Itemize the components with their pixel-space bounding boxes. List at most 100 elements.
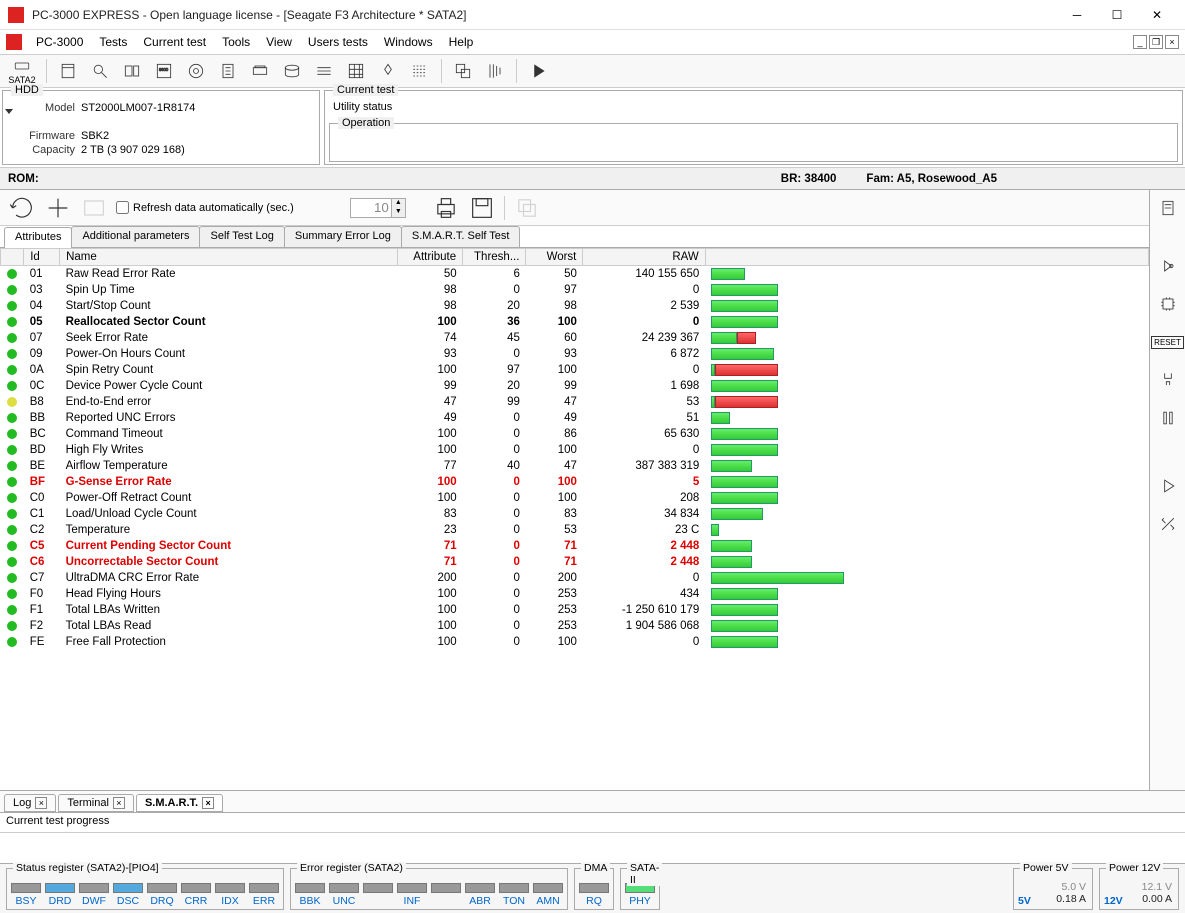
ab-print-icon[interactable] (432, 194, 460, 222)
btab-terminal[interactable]: Terminal× (58, 794, 134, 812)
close-button[interactable]: ✕ (1137, 1, 1177, 29)
current-test-progress: Current test progress (0, 812, 1185, 832)
app-icon (8, 7, 24, 23)
close-icon[interactable]: × (202, 797, 214, 809)
table-row[interactable]: F2Total LBAs Read10002531 904 586 068 (1, 618, 1149, 634)
maximize-button[interactable]: ☐ (1097, 1, 1137, 29)
ab-refresh-icon[interactable] (8, 194, 36, 222)
close-icon[interactable]: × (35, 797, 47, 809)
menu-users-tests[interactable]: Users tests (300, 33, 376, 51)
status-dot-icon (7, 573, 17, 583)
tab-self-test-log[interactable]: Self Test Log (199, 226, 284, 247)
mdi-restore[interactable]: ❐ (1149, 35, 1163, 49)
table-row[interactable]: 01Raw Read Error Rate50650140 155 650 (1, 266, 1149, 283)
status-led: ERR (249, 883, 279, 907)
ab-save-icon[interactable] (468, 194, 496, 222)
table-row[interactable]: C0Power-Off Retract Count1000100208 (1, 490, 1149, 506)
table-row[interactable]: F0Head Flying Hours1000253434 (1, 586, 1149, 602)
menu-tests[interactable]: Tests (91, 33, 135, 51)
rb-btn-play-small-icon[interactable] (1154, 472, 1182, 500)
table-row[interactable]: 0ASpin Retry Count100971000 (1, 362, 1149, 378)
table-row[interactable]: 05Reallocated Sector Count100361000 (1, 314, 1149, 330)
table-row[interactable]: 03Spin Up Time980970 (1, 282, 1149, 298)
table-row[interactable]: F1Total LBAs Written1000253-1 250 610 17… (1, 602, 1149, 618)
table-row[interactable]: C1Load/Unload Cycle Count8308334 834 (1, 506, 1149, 522)
rb-btn-tools-icon[interactable] (1154, 510, 1182, 538)
tb-btn-2[interactable] (85, 57, 115, 85)
tb-btn-4[interactable]: 9600 (149, 57, 179, 85)
tb-btn-8[interactable] (277, 57, 307, 85)
menu-pc3000[interactable]: PC-3000 (28, 33, 91, 51)
table-row[interactable]: BEAirflow Temperature774047387 383 319 (1, 458, 1149, 474)
table-row[interactable]: BCCommand Timeout10008665 630 (1, 426, 1149, 442)
table-row[interactable]: 07Seek Error Rate74456024 239 367 (1, 330, 1149, 346)
btab-log[interactable]: Log× (4, 794, 56, 812)
rb-btn-power-icon[interactable] (1154, 252, 1182, 280)
tb-btn-7[interactable] (245, 57, 275, 85)
table-row[interactable]: C6Uncorrectable Sector Count710712 448 (1, 554, 1149, 570)
port-button[interactable]: SATA2 (4, 57, 40, 85)
tab-summary-error-log[interactable]: Summary Error Log (284, 226, 402, 247)
smart-subtabs: Attributes Additional parameters Self Te… (0, 226, 1149, 248)
status-dot-icon (7, 589, 17, 599)
tab-additional-parameters[interactable]: Additional parameters (71, 226, 200, 247)
table-row[interactable]: 09Power-On Hours Count930936 872 (1, 346, 1149, 362)
status-led: AMN (533, 883, 563, 907)
mdi-minimize[interactable]: _ (1133, 35, 1147, 49)
tb-btn-3[interactable] (117, 57, 147, 85)
tb-btn-14[interactable] (480, 57, 510, 85)
utility-status: Utility status (325, 97, 1182, 117)
tb-btn-9[interactable] (309, 57, 339, 85)
action-bar: Refresh data automatically (sec.) ▲▼ (0, 190, 1149, 226)
status-led: CRR (181, 883, 211, 907)
hdd-dropdown[interactable] (5, 109, 13, 114)
table-row[interactable]: B8End-to-End error47994753 (1, 394, 1149, 410)
table-row[interactable]: C5Current Pending Sector Count710712 448 (1, 538, 1149, 554)
menu-windows[interactable]: Windows (376, 33, 441, 51)
table-row[interactable]: C2Temperature2305323 C (1, 522, 1149, 538)
tb-btn-11[interactable] (373, 57, 403, 85)
hdd-model: ST2000LM007-1R8174 (81, 102, 195, 114)
ab-copy-icon[interactable] (513, 194, 541, 222)
menu-tools[interactable]: Tools (214, 33, 258, 51)
tab-smart-self-test[interactable]: S.M.A.R.T. Self Test (401, 226, 521, 247)
ab-btn-2[interactable] (44, 194, 72, 222)
status-led: DSC (113, 883, 143, 907)
table-row[interactable]: C7UltraDMA CRC Error Rate20002000 (1, 570, 1149, 586)
minimize-button[interactable]: ─ (1057, 1, 1097, 29)
rom-info-bar: ROM: BR: 38400 Fam: A5, Rosewood_A5 (0, 168, 1185, 190)
table-row[interactable]: 04Start/Stop Count9820982 539 (1, 298, 1149, 314)
tb-btn-5[interactable] (181, 57, 211, 85)
hdd-capacity: 2 TB (3 907 029 168) (81, 144, 185, 156)
tb-btn-12[interactable] (405, 57, 435, 85)
main-toolbar: SATA2 9600 (0, 54, 1185, 88)
menu-current-test[interactable]: Current test (135, 33, 214, 51)
menu-view[interactable]: View (258, 33, 300, 51)
rb-btn-connector-icon[interactable] (1154, 366, 1182, 394)
rb-btn-scroll-icon[interactable] (1154, 194, 1182, 222)
status-led: PHY (625, 883, 655, 907)
table-row[interactable]: BBReported UNC Errors4904951 (1, 410, 1149, 426)
rb-pause-button[interactable] (1154, 404, 1182, 432)
table-row[interactable]: BFG-Sense Error Rate10001005 (1, 474, 1149, 490)
menu-help[interactable]: Help (441, 33, 482, 51)
table-row[interactable]: BDHigh Fly Writes10001000 (1, 442, 1149, 458)
ab-btn-3[interactable] (80, 194, 108, 222)
close-icon[interactable]: × (113, 797, 125, 809)
tb-btn-13[interactable] (448, 57, 478, 85)
smart-attributes-table[interactable]: Id Name Attribute Thresh... Worst RAW 01… (0, 248, 1149, 784)
rb-reset-button[interactable]: RESET (1154, 328, 1182, 356)
btab-smart[interactable]: S.M.A.R.T.× (136, 794, 223, 812)
tb-btn-6[interactable] (213, 57, 243, 85)
refresh-interval-spinner[interactable]: ▲▼ (350, 198, 406, 218)
tab-attributes[interactable]: Attributes (4, 227, 72, 248)
status-led: RQ (579, 883, 609, 907)
tb-btn-10[interactable] (341, 57, 371, 85)
tb-play-button[interactable] (523, 57, 553, 85)
table-row[interactable]: FEFree Fall Protection10001000 (1, 634, 1149, 650)
refresh-auto-checkbox[interactable] (116, 201, 129, 214)
tb-btn-1[interactable] (53, 57, 83, 85)
rb-btn-chip-icon[interactable] (1154, 290, 1182, 318)
table-row[interactable]: 0CDevice Power Cycle Count9920991 698 (1, 378, 1149, 394)
mdi-close[interactable]: × (1165, 35, 1179, 49)
